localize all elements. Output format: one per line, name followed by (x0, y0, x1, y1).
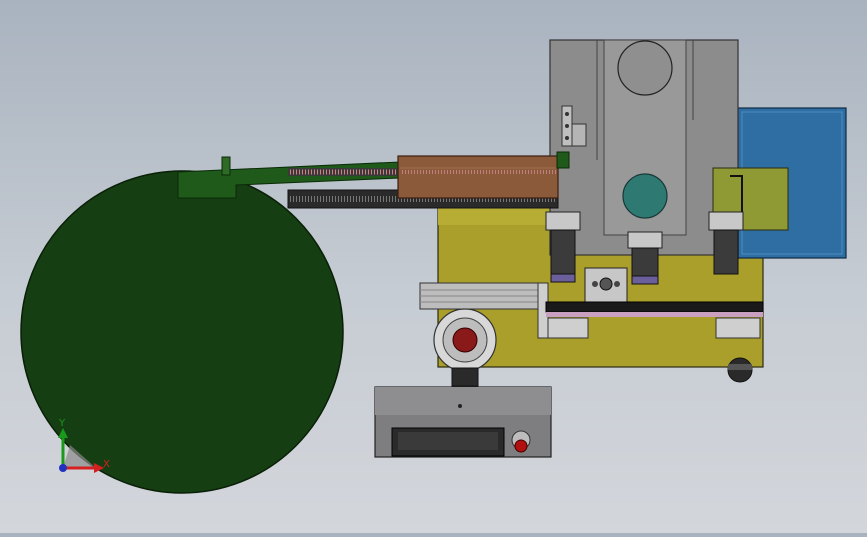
feeder-guide (397, 155, 559, 199)
y-axis-label: Y (58, 418, 66, 429)
center-carriage[interactable] (584, 267, 628, 305)
upper-pulley (617, 40, 673, 96)
tape-roll[interactable] (433, 308, 497, 387)
material-reel[interactable] (20, 170, 344, 494)
x-axis-label: X (103, 459, 110, 470)
cylinder-right[interactable] (708, 211, 744, 275)
control-box[interactable] (374, 386, 552, 458)
cad-viewport[interactable]: Y X (0, 0, 867, 533)
teal-roller (622, 173, 668, 219)
cylinder-middle[interactable] (627, 231, 663, 285)
cylinder-left[interactable] (545, 211, 581, 283)
assembly-drawing: Y X (20, 39, 847, 494)
z-axis-dot (59, 464, 67, 472)
